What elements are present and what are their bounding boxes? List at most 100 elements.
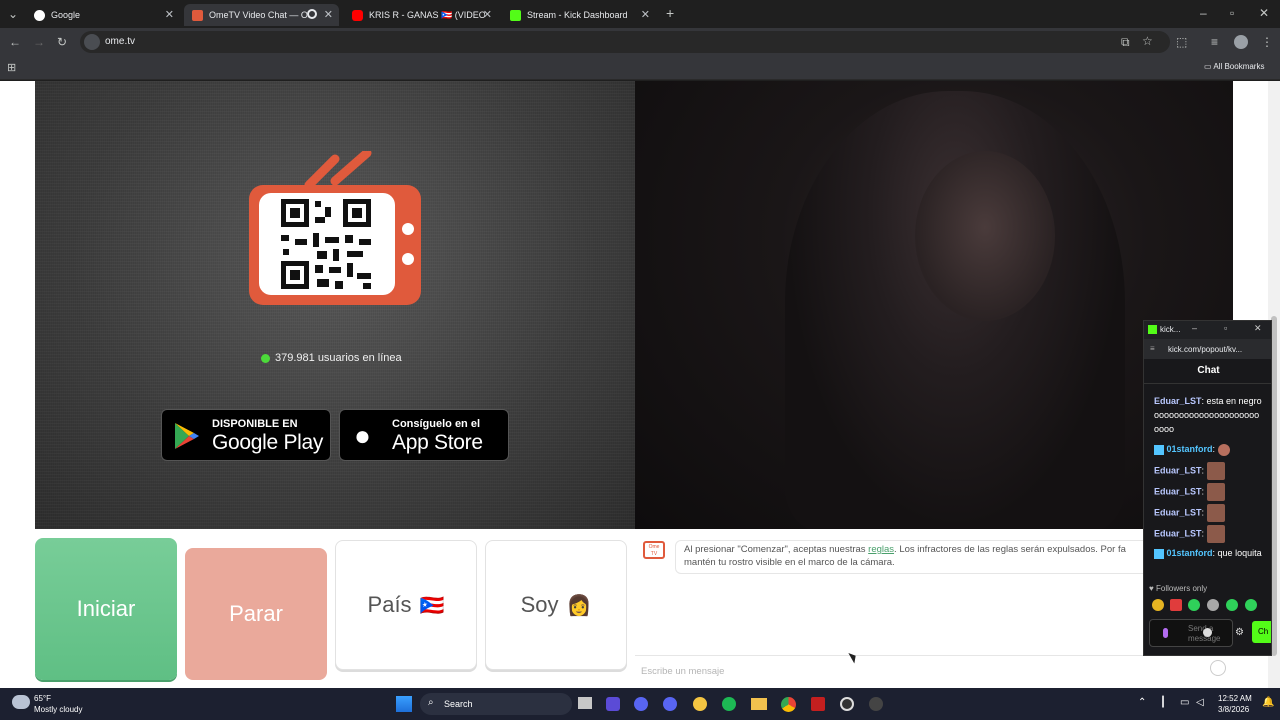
message-input[interactable]: Escribe un mensaje xyxy=(641,661,1221,679)
tab-ometv[interactable]: OmeTV Video Chat — Ome ✕ xyxy=(184,4,339,26)
emote-icon[interactable] xyxy=(1207,599,1219,611)
profile-avatar[interactable] xyxy=(1234,35,1248,49)
google-play-small-text: DISPONIBLE EN xyxy=(212,418,298,430)
online-indicator xyxy=(261,354,270,363)
app-g-icon[interactable] xyxy=(869,697,883,711)
heart-icon: ♥ xyxy=(1149,584,1154,593)
emote-icon[interactable] xyxy=(1245,599,1257,611)
emoji-picker-icon[interactable] xyxy=(1210,660,1226,676)
weather-temp[interactable]: 65°F xyxy=(34,694,51,703)
bookmarks-bar: ⊞ ▭ All Bookmarks xyxy=(0,56,1280,80)
emote-icon[interactable] xyxy=(1188,599,1200,611)
extensions-icon[interactable]: ⬚ xyxy=(1176,35,1187,49)
mic-tray-icon[interactable]: ┃ xyxy=(1160,697,1166,708)
media-control-icon[interactable]: ≡ xyxy=(1211,35,1218,49)
tab-google[interactable]: Google ✕ xyxy=(26,4,180,26)
start-windows-icon[interactable] xyxy=(396,696,412,712)
bookmark-star-icon[interactable]: ☆ xyxy=(1142,34,1153,48)
gender-select-button[interactable]: Soy 👩 xyxy=(485,540,627,670)
notes-app-icon[interactable] xyxy=(693,697,707,711)
kick-maximize-icon[interactable]: ▫ xyxy=(1224,323,1227,333)
notifications-icon[interactable]: 🔔 xyxy=(1262,697,1274,708)
kick-message: Eduar_LST: esta en negrooooooooooooooooo… xyxy=(1154,396,1262,434)
folder-icon: ▭ xyxy=(1204,62,1212,71)
clock-time[interactable]: 12:52 AM xyxy=(1218,694,1252,703)
obs-icon[interactable] xyxy=(840,697,854,711)
apps-grid-icon[interactable]: ⊞ xyxy=(7,61,16,75)
tab-search-icon[interactable]: ⌄ xyxy=(8,7,18,21)
zoom-meet-icon[interactable] xyxy=(606,697,620,711)
discord-icon[interactable] xyxy=(634,697,648,711)
kick-titlebar: kick... – ▫ ✕ xyxy=(1144,321,1271,339)
mic-icon[interactable] xyxy=(1163,628,1168,638)
kick-minimize-icon[interactable]: – xyxy=(1192,323,1197,333)
all-bookmarks[interactable]: ▭ All Bookmarks xyxy=(1204,62,1264,71)
emote-icon[interactable] xyxy=(1226,599,1238,611)
volume-icon[interactable]: ◁ xyxy=(1196,697,1204,708)
verified-badge-icon xyxy=(1154,444,1164,455)
kick-site-icon: ≡ xyxy=(1150,344,1155,353)
tab-youtube[interactable]: KRIS R - GANAS 🇵🇷 (VIDEO OF ✕ xyxy=(344,4,498,26)
cast-icon[interactable]: ⧉ xyxy=(1121,35,1130,49)
kick-message: 01stanford: xyxy=(1154,442,1264,456)
emoji-icon[interactable] xyxy=(1203,628,1212,637)
network-icon[interactable]: ▭ xyxy=(1180,697,1189,708)
puerto-rico-flag-icon: 🇵🇷 xyxy=(419,594,445,617)
rules-link[interactable]: reglas xyxy=(868,544,894,555)
kick-favicon-icon xyxy=(510,9,521,21)
spotify-icon[interactable] xyxy=(722,697,736,711)
forward-icon[interactable]: → xyxy=(33,35,45,49)
kick-message: Eduar_LST: xyxy=(1154,504,1264,522)
local-video-panel: 379.981 usuarios en línea DISPONIBLE EN … xyxy=(35,81,635,529)
send-message-input[interactable]: Send a message xyxy=(1149,619,1233,647)
country-select-button[interactable]: País 🇵🇷 xyxy=(335,540,477,670)
reload-icon[interactable]: ↻ xyxy=(57,35,67,49)
stop-button[interactable]: Parar xyxy=(185,548,327,680)
recording-icon xyxy=(307,9,317,19)
google-play-button[interactable]: DISPONIBLE EN Google Play xyxy=(161,409,331,461)
remote-face xyxy=(915,151,1055,321)
close-tab-icon[interactable]: ✕ xyxy=(324,8,333,21)
new-tab-icon[interactable]: + xyxy=(666,6,674,20)
task-view-icon[interactable] xyxy=(578,697,592,709)
kick-logo-icon xyxy=(1148,325,1157,334)
windows-taskbar: 65°F Mostly cloudy ⌕ Search ⌃ ┃ ▭ ◁ 12:5… xyxy=(0,688,1280,720)
browser-toolbar: ← → ↻ ome.tv ⧉ ☆ ⬚ ≡ ⋮ xyxy=(0,28,1280,56)
maximize-icon[interactable]: ▫ xyxy=(1230,6,1234,20)
tray-chevron-icon[interactable]: ⌃ xyxy=(1138,697,1146,708)
close-tab-icon[interactable]: ✕ xyxy=(483,8,492,21)
verified-badge-icon xyxy=(1154,548,1164,559)
discord-icon[interactable] xyxy=(663,697,677,711)
close-tab-icon[interactable]: ✕ xyxy=(641,8,650,21)
weather-status[interactable]: Mostly cloudy xyxy=(34,705,82,714)
google-play-icon xyxy=(175,423,199,449)
taskbar-search[interactable]: ⌕ Search xyxy=(420,693,572,715)
app-store-button[interactable]: ● Consíguelo en el App Store xyxy=(339,409,509,461)
back-icon[interactable]: ← xyxy=(9,35,21,49)
acrobat-icon[interactable] xyxy=(811,697,825,711)
kick-close-icon[interactable]: ✕ xyxy=(1254,323,1262,334)
kick-chat-popout: kick... – ▫ ✕ ≡ kick.com/popout/kv... Ch… xyxy=(1143,320,1272,656)
rules-notice: Al presionar "Comenzar", aceptas nuestra… xyxy=(675,540,1195,574)
chrome-icon[interactable] xyxy=(781,697,796,712)
url-text: ome.tv xyxy=(105,36,136,47)
chat-send-button[interactable]: Ch xyxy=(1252,621,1271,643)
emote-icon[interactable] xyxy=(1152,599,1164,611)
settings-gear-icon[interactable]: ⚙ xyxy=(1235,627,1244,638)
menu-kebab-icon[interactable]: ⋮ xyxy=(1261,35,1273,49)
clock-date[interactable]: 3/8/2026 xyxy=(1218,705,1249,714)
file-explorer-icon[interactable] xyxy=(751,698,767,710)
start-button[interactable]: Iniciar xyxy=(35,538,177,680)
kick-urlbar: ≡ kick.com/popout/kv... xyxy=(1144,339,1271,359)
tab-kick-dashboard[interactable]: Stream - Kick Dashboard ✕ xyxy=(502,4,656,26)
address-bar[interactable]: ome.tv xyxy=(80,31,1170,53)
kick-header-divider xyxy=(1144,383,1271,384)
minimize-icon[interactable]: – xyxy=(1200,6,1207,20)
weather-icon[interactable] xyxy=(12,695,30,709)
apple-icon: ● xyxy=(354,420,371,451)
site-info-icon[interactable] xyxy=(84,34,100,50)
emote-icon xyxy=(1206,483,1225,501)
close-window-icon[interactable]: ✕ xyxy=(1259,6,1269,20)
emote-icon[interactable] xyxy=(1170,599,1182,611)
close-tab-icon[interactable]: ✕ xyxy=(165,8,174,21)
